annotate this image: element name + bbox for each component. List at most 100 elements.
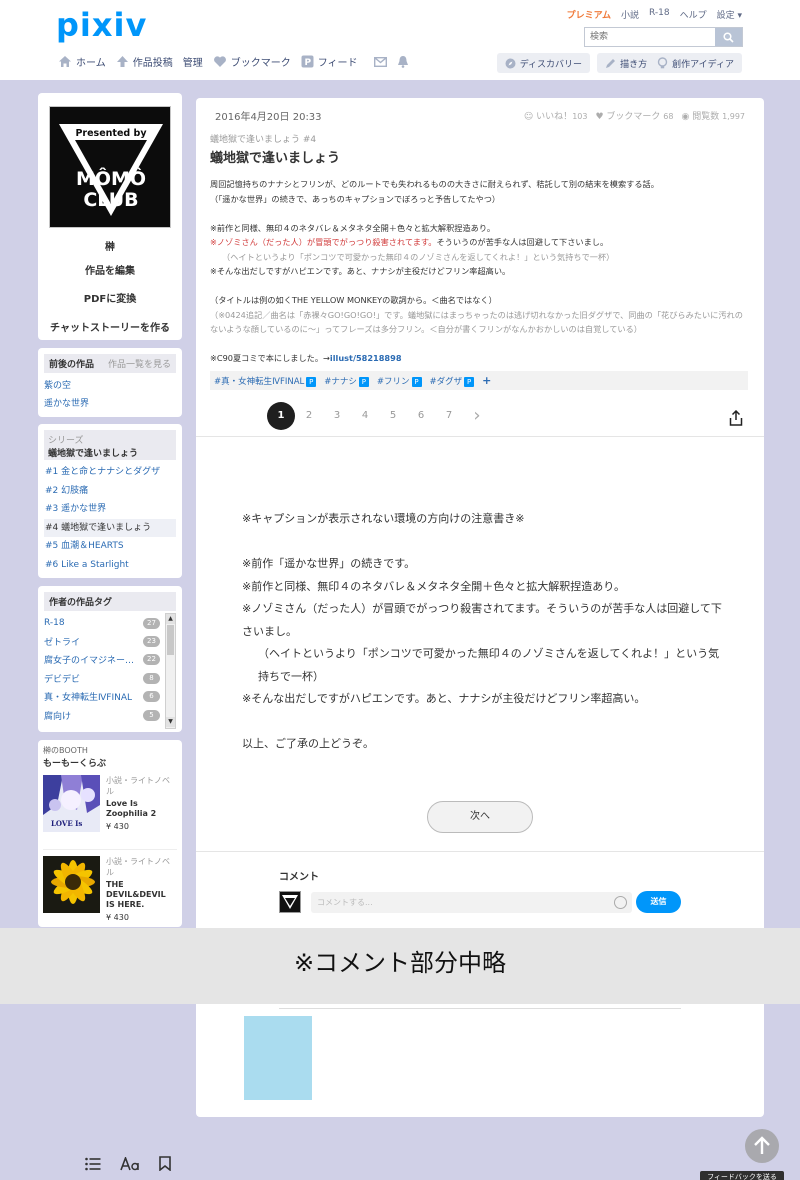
idea-link[interactable]: 創作アイディア [672,57,734,70]
novel-link[interactable]: 小説 [621,8,639,21]
site-header: pixiv プレミアム 小説 R-18 ヘルプ 設定 ▾ ホーム 作品投稿 管理… [0,0,800,80]
author-tag-item[interactable]: 真・女神転生ⅣFINAL 6 [44,688,176,706]
page-4-button[interactable]: 4 [351,402,379,430]
compass-icon [505,58,516,68]
avatar[interactable] [279,891,301,913]
author-tag-item[interactable]: 腐女子のイマジネー… 22 [44,651,176,669]
search-button[interactable] [715,28,742,46]
work-caption: 周回記憶持ちのナナシとフリンが、どのルートでも失われるものの大きさに耐えられず、… [210,179,743,363]
booth-item-image[interactable] [43,856,100,913]
booth-item[interactable]: 小説・ライトノベル THE DEVIL&DEVIL IS HERE. ¥ 430 [43,856,177,930]
related-works-box: 前後の作品 作品一覧を見る 紫の空 遥かな世界 [38,348,182,417]
share-icon[interactable] [729,410,743,426]
reader-toolbar [85,1156,171,1171]
page-6-button[interactable]: 6 [407,402,435,430]
nav-feed[interactable]: P フィード [301,54,358,69]
booth-item-image[interactable]: LOVE Is [43,775,100,832]
pen-icon [606,58,616,68]
r18-link[interactable]: R-18 [649,8,670,21]
related-item-next[interactable]: 遥かな世界 [44,395,176,413]
send-comment-button[interactable]: 送信 [636,891,681,913]
nav-home[interactable]: ホーム [58,54,106,69]
work-tags: #真・女神転生ⅣFINAL P #ナナシ P #フリン P #ダグザ P + [210,371,748,390]
scroll-up-arrow[interactable]: ▲ [166,614,175,624]
draw-howto-button[interactable]: 描き方 創作アイディア [597,53,742,73]
series-item[interactable]: #2 幻肢痛 [44,482,176,501]
related-header: 前後の作品 作品一覧を見る [44,354,176,373]
upload-icon [116,56,128,67]
tags-scrollbar[interactable]: ▲ ▼ [165,613,176,729]
page-5-button[interactable]: 5 [379,402,407,430]
mail-icon[interactable] [373,56,387,67]
view-all-works-link[interactable]: 作品一覧を見る [108,357,171,370]
scroll-down-arrow[interactable]: ▼ [166,717,175,727]
booth-item-title[interactable]: THE DEVIL&DEVIL IS HERE. [106,880,177,910]
booth-shop-name[interactable]: もーもーくらぶ [43,756,177,769]
work-tag[interactable]: #ダグザ P [430,375,475,387]
profile-image-text-2: MÔMÔ [76,166,146,190]
illust-link[interactable]: illust/58218898 [330,353,402,363]
help-link[interactable]: ヘルプ [680,8,707,21]
comments-title: コメント [279,872,319,883]
nav-manage[interactable]: 管理 [183,54,203,69]
omitted-comments-note: ※コメント部分中略 [0,928,800,1004]
edit-work-link[interactable]: 作品を編集 [38,262,182,277]
scroll-to-top-button[interactable] [745,1129,779,1163]
pdf-convert-link[interactable]: PDFに変換 [38,290,182,305]
search-input[interactable] [585,28,715,46]
discovery-button[interactable]: ディスカバリー [496,53,591,73]
page-3-button[interactable]: 3 [323,402,351,430]
series-box: シリーズ 蟻地獄で逢いましょう #1 金と命とナナシとダグザ #2 幻肢痛 #3… [38,424,182,578]
booth-item[interactable]: LOVE Is 小説・ライトノベル Love Is Zoophilia 2 ¥ … [43,775,177,849]
feedback-button[interactable]: フィードバックを送る [700,1171,784,1180]
work-tag[interactable]: #ナナシ P [324,375,369,387]
series-item[interactable]: #3 遥かな世界 [44,500,176,519]
booth-cover-text: LOVE Is [51,819,82,828]
work-tag[interactable]: #フリン P [377,375,422,387]
bookmarks-stat: ♥ ブックマーク 68 [595,112,674,122]
author-tag-item[interactable]: ゼトライ 23 [44,632,176,650]
profile-box: Presented by MÔMÔ CLUB 榊 作品を編集 PDFに変換 チャ… [38,93,182,340]
author-tag-item[interactable]: R-18 27 [44,614,176,632]
divider [196,436,764,437]
profile-image[interactable]: Presented by MÔMÔ CLUB [49,106,171,228]
page-2-button[interactable]: 2 [295,402,323,430]
scroll-thumb[interactable] [167,625,174,655]
heart-icon [213,56,226,67]
nav-bookmark[interactable]: ブックマーク [213,54,291,69]
series-item[interactable]: #1 金と命とナナシとダグザ [44,463,176,482]
booth-divider [43,849,177,850]
work-tag[interactable]: #真・女神転生ⅣFINAL P [214,375,317,387]
series-header[interactable]: シリーズ 蟻地獄で逢いましょう [44,430,176,460]
list-icon[interactable] [85,1157,101,1171]
next-page-button[interactable]: 次へ [427,801,533,833]
emoji-icon[interactable] [614,896,627,909]
series-item-current[interactable]: #4 蟻地獄で逢いましょう [44,518,176,537]
divider [196,851,764,852]
next-page-chevron-icon[interactable]: › [463,402,491,430]
chat-story-link[interactable]: チャットストーリーを作る [38,319,182,334]
booth-owner[interactable]: 榊のBOOTH [43,745,177,756]
premium-link[interactable]: プレミアム [567,8,611,21]
series-item[interactable]: #5 血潮＆HEARTS [44,537,176,556]
page-1-button[interactable]: 1 [267,402,295,430]
series-name: 蟻地獄で逢いましょう [48,449,139,459]
author-tag-item[interactable]: 腐向け 5 [44,706,176,724]
booth-item-title[interactable]: Love Is Zoophilia 2 [106,799,177,819]
page-7-button[interactable]: 7 [435,402,463,430]
font-icon[interactable] [120,1156,140,1171]
series-item[interactable]: #6 Like a Starlight [44,556,176,575]
related-item-prev[interactable]: 紫の空 [44,377,176,395]
comment-input[interactable]: コメントする... [311,892,632,913]
bookmark-icon[interactable] [159,1156,171,1171]
series-label[interactable]: 蟻地獄で逢いましょう #4 [210,132,316,145]
bell-icon[interactable] [397,55,409,68]
nav-upload[interactable]: 作品投稿 [116,54,173,69]
arrow-up-icon [754,1136,770,1154]
views-stat: ◉ 閲覧数 1,997 [681,112,745,122]
add-tag-button[interactable]: + [482,374,491,387]
author-tag-item[interactable]: デビデビ 8 [44,669,176,687]
author-name[interactable]: 榊 [38,238,182,253]
pixiv-logo[interactable]: pixiv [56,6,147,44]
settings-link[interactable]: 設定 ▾ [717,8,742,21]
